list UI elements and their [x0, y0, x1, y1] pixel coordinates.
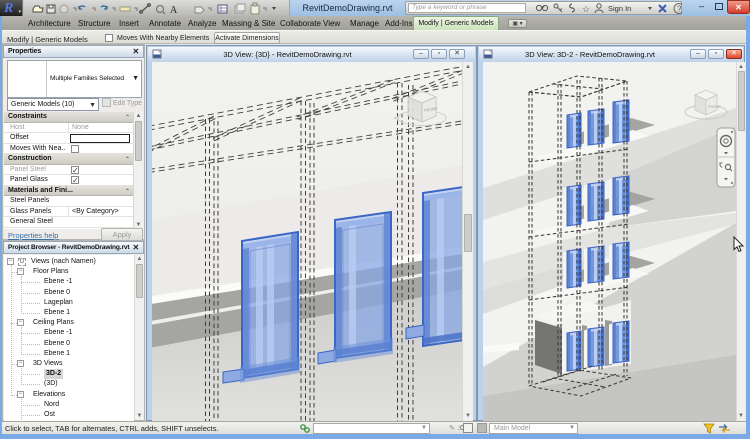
svg-text:A: A	[170, 5, 178, 16]
svg-text:FRONT: FRONT	[708, 105, 722, 109]
svg-text:?: ?	[677, 5, 682, 14]
svg-text:Sign In: Sign In	[608, 4, 631, 13]
svg-text:☆: ☆	[582, 4, 590, 14]
